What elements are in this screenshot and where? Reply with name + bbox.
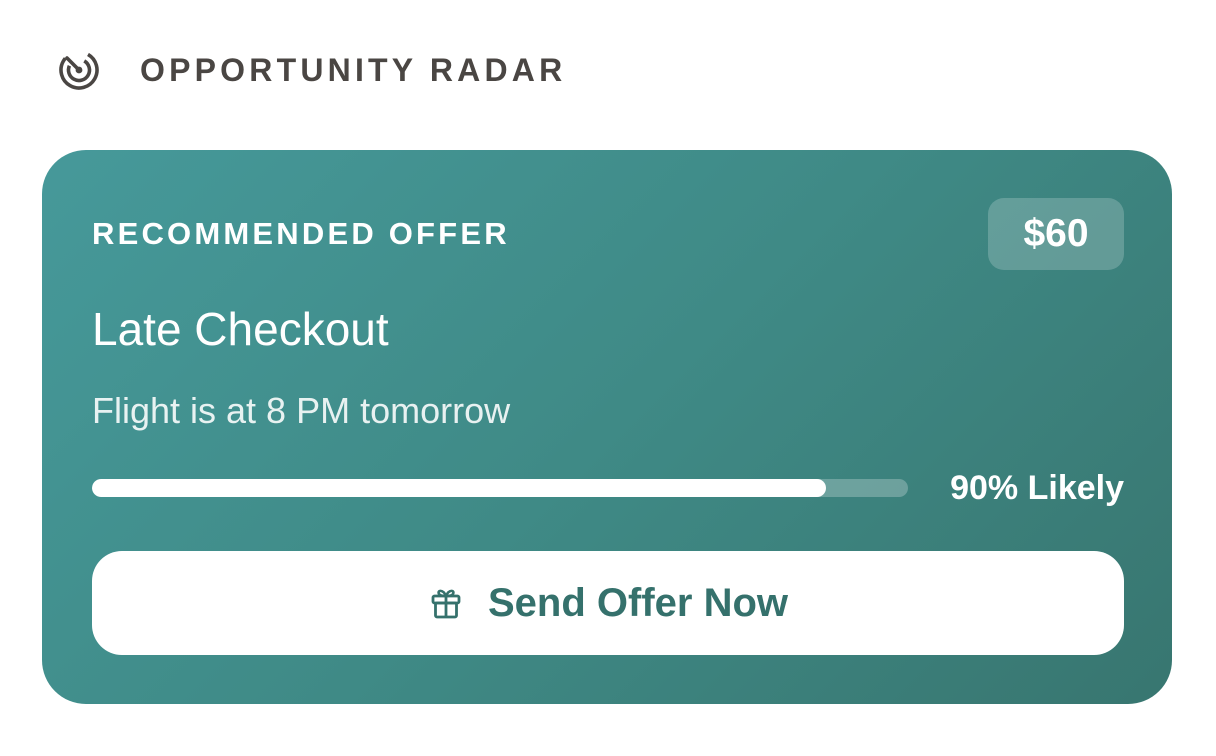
section-header: OPPORTUNITY RADAR xyxy=(58,48,566,92)
section-title: OPPORTUNITY RADAR xyxy=(140,51,567,88)
send-offer-label: Send Offer Now xyxy=(487,580,789,625)
price-badge: $60 xyxy=(988,198,1124,270)
likelihood-text: 90% Likely xyxy=(950,468,1124,507)
offer-name: Late Checkout xyxy=(92,303,389,355)
gift-icon xyxy=(428,585,464,621)
offer-reason: Flight is at 8 PM tomorrow xyxy=(92,390,511,431)
likelihood-progress-bar xyxy=(92,479,908,497)
offer-label: RECOMMENDED OFFER xyxy=(92,216,510,251)
recommended-offer-card: RECOMMENDED OFFER $60 Late Checkout Flig… xyxy=(42,150,1172,704)
radar-icon xyxy=(58,49,100,91)
send-offer-button[interactable]: Send Offer Now xyxy=(92,551,1124,655)
likelihood-progress-fill xyxy=(92,479,827,497)
likelihood-row: 90% Likely xyxy=(92,468,1124,508)
